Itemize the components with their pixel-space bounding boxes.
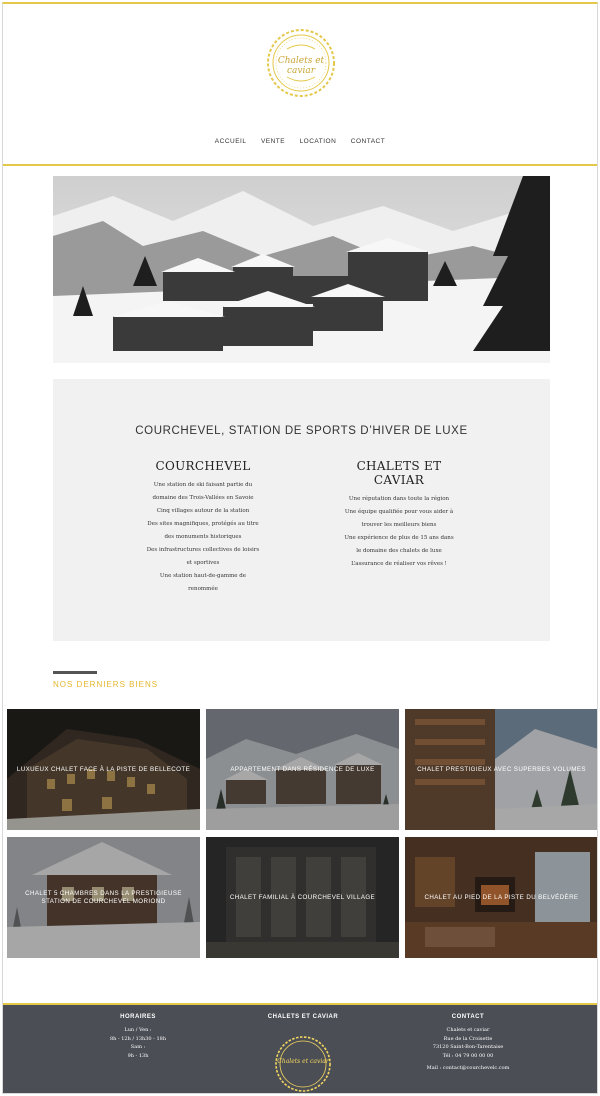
footer-hours-title: HORAIRES — [120, 1014, 156, 1020]
contact-line: 73120 Saint-Bon-Tarentaise — [432, 1044, 504, 1050]
footer-logo-text: Chalets et caviar — [277, 1058, 329, 1065]
property-card[interactable]: CHALET FAMILIAL À COURCHEVEL VILLAGE — [206, 837, 399, 958]
nav-contact[interactable]: CONTACT — [351, 138, 385, 145]
nav-accueil[interactable]: ACCUEIL — [215, 138, 247, 145]
hours-line: Sam : — [130, 1044, 146, 1050]
courchevel-line: domaine des Trois-Vallées en Savoie — [152, 495, 254, 501]
courchevel-line: et sportives — [186, 560, 220, 566]
chalets-line: Une équipe qualifiée pour vous aider à — [344, 509, 454, 515]
footer-brand: CHALETS ET CAVIAR Chalets et caviar — [243, 1014, 363, 1092]
contact-phone[interactable]: Tél : 04 79 00 00 00 — [408, 1052, 528, 1061]
site-footer: HORAIRES Lun / Ven : 8h - 12h / 13h30 - … — [3, 1003, 597, 1093]
site-header: Chalets et caviar ACCUEIL VENTE LOCATION… — [3, 4, 597, 166]
hours-line: Lun / Ven : — [124, 1027, 152, 1033]
property-title: LUXUEUX CHALET FACE À LA PISTE DE BELLEC… — [16, 765, 191, 773]
property-card[interactable]: CHALET PRESTIGIEUX AVEC SUPERBES VOLUMES — [405, 709, 597, 830]
section-title: NOS DERNIERS BIENS — [53, 680, 159, 689]
chalets-line: Une réputation dans toute la région — [348, 496, 450, 502]
heading-line: CAVIAR — [373, 473, 425, 487]
main-nav: ACCUEIL VENTE LOCATION CONTACT — [3, 130, 597, 148]
property-title: CHALET PRESTIGIEUX AVEC SUPERBES VOLUMES — [417, 765, 586, 773]
heading-line: CHALETS ET — [356, 459, 442, 473]
contact-mail[interactable]: Mail : contact@courchevelc.com — [408, 1064, 528, 1073]
intro-title: COURCHEVEL, STATION DE SPORTS D’HIVER DE… — [135, 425, 468, 437]
hours-line: 9h - 13h — [127, 1052, 149, 1059]
chalets-caviar-heading: CHALETS ET CAVIAR — [319, 459, 479, 487]
courchevel-line: Des infrastructures collectives de loisi… — [146, 547, 260, 553]
hero-image — [53, 176, 550, 363]
property-title: CHALET FAMILIAL À COURCHEVEL VILLAGE — [229, 893, 376, 901]
property-card[interactable]: CHALET 5 CHAMBRES DANS LA PRESTIGIEUSE S… — [7, 837, 200, 958]
property-card[interactable]: CHALET AU PIED DE LA PISTE DU BELVÉDÈRE — [405, 837, 597, 958]
courchevel-line: Une station haut-de-gamme de — [159, 573, 247, 579]
page: Chalets et caviar ACCUEIL VENTE LOCATION… — [2, 2, 598, 1094]
chalets-line: L’assurance de réaliser vos rêves ! — [351, 561, 447, 567]
courchevel-heading: COURCHEVEL — [155, 459, 251, 473]
chalets-line: le domaine des chalets de luxe — [356, 548, 442, 554]
property-title: CHALET 5 CHAMBRES DANS LA PRESTIGIEUSE S… — [25, 889, 182, 905]
hours-line: 8h - 12h / 13h30 - 18h — [109, 1035, 167, 1042]
logo-text: Chalets et caviar — [277, 56, 325, 76]
footer-hours: HORAIRES Lun / Ven : 8h - 12h / 13h30 - … — [78, 1014, 198, 1060]
courchevel-line: Une station de ski faisant partie du — [153, 482, 253, 488]
intro-section: COURCHEVEL, STATION DE SPORTS D’HIVER DE… — [53, 379, 550, 641]
footer-contact: CONTACT Chalets et caviar Rue de la Croi… — [408, 1014, 528, 1073]
footer-brand-title: CHALETS ET CAVIAR — [267, 1014, 339, 1020]
section-divider — [53, 671, 97, 674]
property-title: APPARTEMENT DANS RÉSIDENCE DE LUXE — [230, 765, 375, 773]
property-card[interactable]: APPARTEMENT DANS RÉSIDENCE DE LUXE — [206, 709, 399, 830]
contact-line: Rue de la Croisette — [443, 1035, 493, 1042]
chalets-caviar-column: CHALETS ET CAVIAR Une réputation dans to… — [319, 459, 479, 571]
nav-vente[interactable]: VENTE — [261, 138, 285, 145]
chalets-line: Une expérience de plus de 15 ans dans — [344, 535, 454, 541]
contact-line: Chalets et caviar — [446, 1027, 490, 1033]
property-title: CHALET AU PIED DE LA PISTE DU BELVÉDÈRE — [424, 893, 579, 901]
courchevel-line: Des sites magnifiques, protégés au titre — [147, 521, 259, 527]
chalets-line: trouver les meilleurs biens — [361, 522, 437, 528]
footer-contact-title: CONTACT — [451, 1014, 485, 1020]
site-logo[interactable]: Chalets et caviar — [265, 27, 337, 99]
courchevel-column: COURCHEVEL Une station de ski faisant pa… — [123, 459, 283, 596]
courchevel-line: des monuments historiques — [164, 534, 242, 540]
footer-logo[interactable]: Chalets et caviar — [273, 1034, 333, 1093]
courchevel-line: Cinq villages autour de la station — [156, 508, 250, 514]
property-card[interactable]: LUXUEUX CHALET FACE À LA PISTE DE BELLEC… — [7, 709, 200, 830]
courchevel-line: renommée — [188, 586, 218, 592]
nav-location[interactable]: LOCATION — [300, 138, 337, 145]
